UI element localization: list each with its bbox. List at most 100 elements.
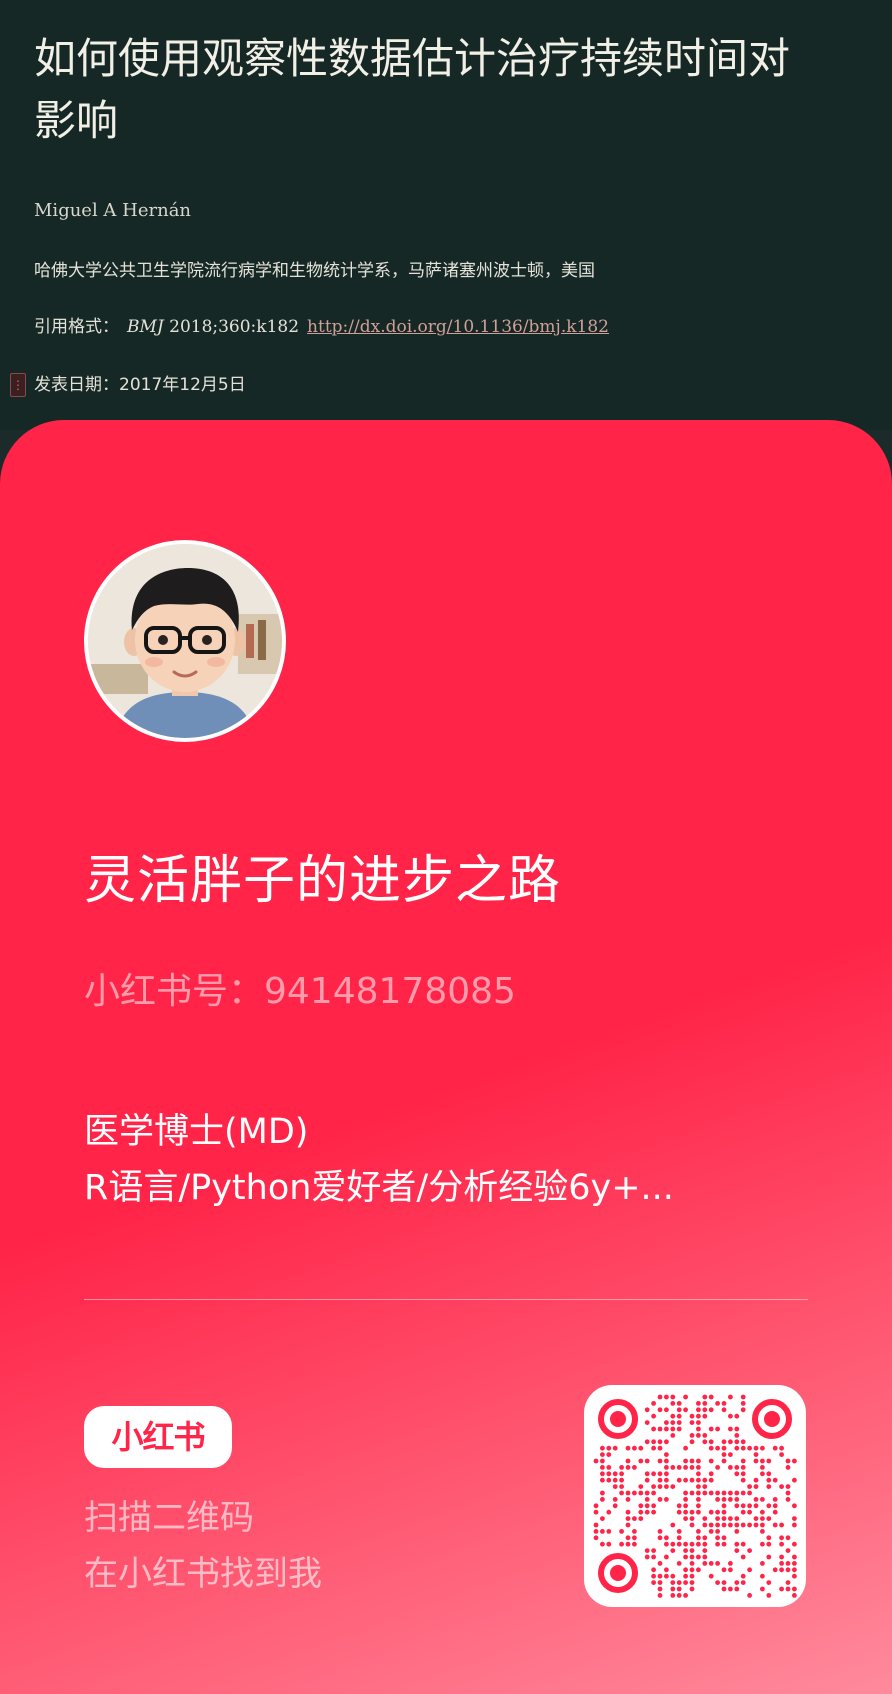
side-marker-icon[interactable]: ⋮ — [10, 373, 26, 397]
qr-module — [651, 1548, 656, 1553]
qr-module — [676, 1426, 682, 1432]
qr-module — [689, 1433, 695, 1438]
qr-module — [760, 1573, 765, 1579]
qr-module — [702, 1401, 708, 1406]
qr-module — [664, 1394, 669, 1400]
qr-module — [606, 1452, 612, 1457]
qr-module — [651, 1484, 656, 1489]
qr-module — [702, 1541, 708, 1547]
qr-module — [664, 1573, 669, 1579]
qr-module — [683, 1580, 688, 1585]
qr-module — [740, 1394, 746, 1400]
qr-module — [734, 1586, 740, 1592]
qr-module — [676, 1477, 682, 1483]
qr-module — [657, 1458, 663, 1464]
qr-module — [689, 1420, 695, 1425]
citation-label: 引用格式： — [34, 317, 119, 337]
qr-module — [702, 1554, 708, 1560]
qr-module — [766, 1593, 772, 1598]
qr-module — [753, 1458, 759, 1464]
qr-module — [728, 1516, 733, 1521]
qr-module — [740, 1407, 746, 1413]
qr-module — [664, 1439, 669, 1445]
qr-module — [696, 1465, 701, 1470]
qr-module — [785, 1548, 791, 1553]
qr-module — [702, 1535, 708, 1541]
article-affiliation: 哈佛大学公共卫生学院流行病学和生物统计学系，马萨诸塞州波士顿，美国 — [34, 261, 595, 281]
qr-module — [683, 1573, 688, 1579]
qr-module — [657, 1580, 663, 1585]
avatar[interactable] — [84, 540, 286, 742]
qr-module — [702, 1413, 708, 1419]
qr-module — [619, 1490, 624, 1496]
qr-module — [760, 1516, 765, 1521]
qr-module — [747, 1484, 752, 1489]
qr-module — [593, 1503, 599, 1509]
qr-module — [779, 1554, 784, 1560]
article-publish-date: 发表日期：2017年12月5日 — [34, 375, 246, 395]
qr-module — [651, 1503, 656, 1509]
qr-code-icon — [593, 1394, 797, 1598]
qr-module — [619, 1465, 624, 1470]
qr-module — [740, 1445, 746, 1451]
qr-module — [734, 1471, 740, 1477]
qr-module — [600, 1497, 605, 1502]
qr-module — [792, 1593, 797, 1598]
qr-module — [715, 1535, 720, 1541]
qr-module — [734, 1529, 740, 1534]
qr-module — [689, 1465, 695, 1470]
qr-module — [766, 1503, 772, 1509]
qr-module — [721, 1458, 727, 1464]
qr-code[interactable] — [584, 1385, 806, 1607]
qr-module — [715, 1490, 720, 1496]
qr-module — [644, 1439, 650, 1445]
qr-module — [644, 1458, 650, 1464]
qr-module — [728, 1452, 733, 1457]
qr-module — [740, 1471, 746, 1477]
qr-module — [664, 1420, 669, 1425]
qr-module — [766, 1484, 772, 1489]
qr-module — [740, 1580, 746, 1585]
qr-module — [651, 1439, 656, 1445]
qr-module — [708, 1477, 714, 1483]
qr-module — [670, 1465, 676, 1470]
qr-module — [766, 1477, 772, 1483]
qr-module — [606, 1477, 612, 1483]
qr-module — [708, 1471, 714, 1477]
citation-ref: 2018;360:k182 — [163, 317, 300, 337]
qr-module — [670, 1580, 676, 1585]
qr-module — [728, 1522, 733, 1528]
qr-module — [625, 1458, 631, 1464]
qr-module — [785, 1567, 791, 1573]
qr-module — [689, 1567, 695, 1573]
qr-module — [696, 1426, 701, 1432]
qr-module — [696, 1490, 701, 1496]
qr-module — [676, 1465, 682, 1470]
article-author: Miguel A Hernán — [34, 200, 192, 221]
qr-module — [792, 1458, 797, 1464]
qr-module — [740, 1439, 746, 1445]
citation-doi-link[interactable]: http://dx.doi.org/10.1136/bmj.k182 — [307, 317, 609, 337]
qr-module — [708, 1394, 714, 1400]
qr-module — [734, 1548, 740, 1553]
qr-module — [702, 1433, 708, 1438]
qr-module — [606, 1465, 612, 1470]
qr-module — [779, 1567, 784, 1573]
qr-module — [683, 1516, 688, 1521]
scan-line-2: 在小红书找到我 — [84, 1554, 322, 1594]
qr-module — [689, 1413, 695, 1419]
qr-module — [785, 1535, 791, 1541]
qr-module — [619, 1541, 624, 1547]
qr-module — [760, 1561, 765, 1566]
qr-module — [734, 1413, 740, 1419]
bio-line-1: 医学博士(MD) — [84, 1112, 309, 1152]
qr-finder-dot — [610, 1565, 626, 1581]
qr-module — [766, 1516, 772, 1521]
qr-module — [779, 1484, 784, 1489]
qr-module — [734, 1426, 740, 1432]
qr-module — [657, 1535, 663, 1541]
qr-module — [721, 1401, 727, 1406]
qr-module — [721, 1522, 727, 1528]
qr-module — [708, 1426, 714, 1432]
qr-module — [753, 1452, 759, 1457]
